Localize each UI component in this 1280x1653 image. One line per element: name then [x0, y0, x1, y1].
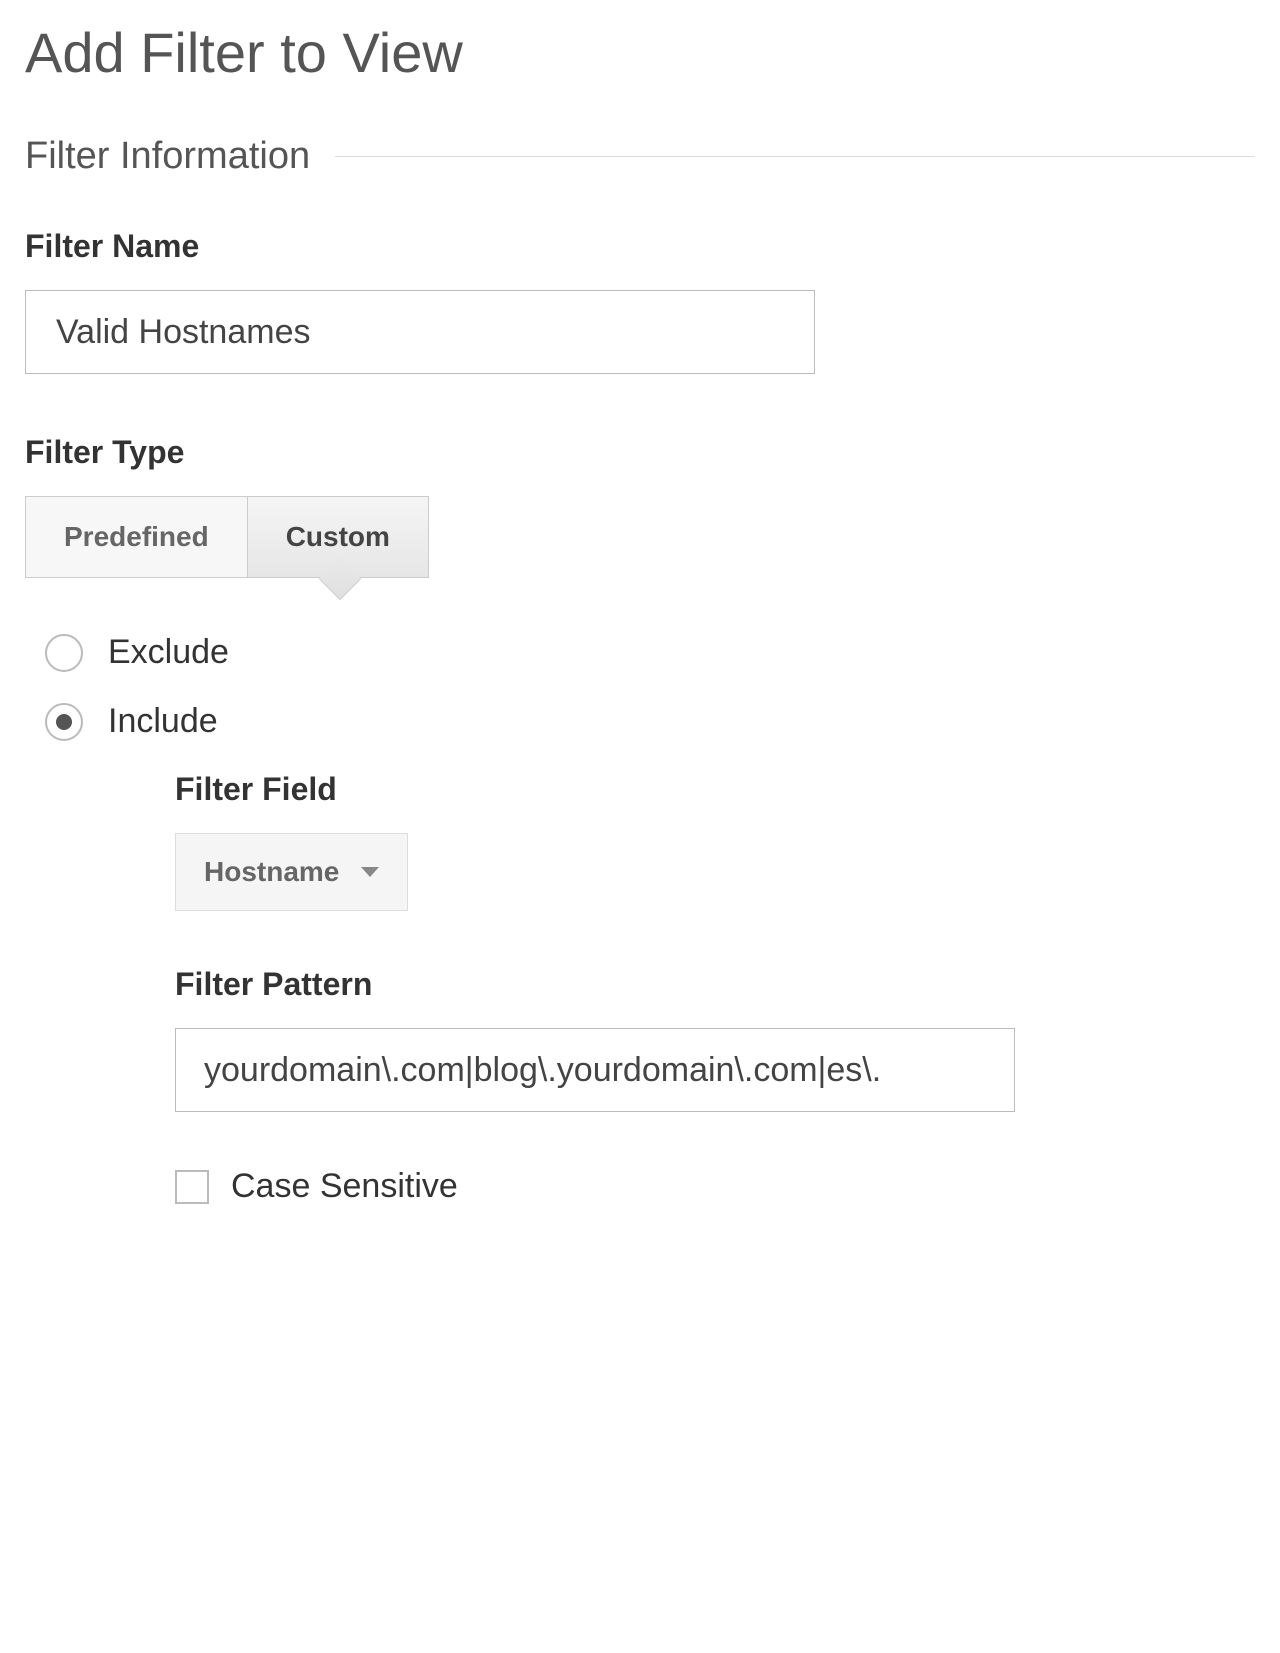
filter-type-segmented: Predefined Custom [25, 496, 429, 578]
filter-name-block: Filter Name [25, 228, 1255, 374]
radio-exclude-circle[interactable] [45, 634, 83, 672]
case-sensitive-label: Case Sensitive [231, 1167, 458, 1206]
section-title: Filter Information [25, 135, 335, 178]
radio-include-option[interactable]: Include [45, 702, 1255, 741]
radio-exclude-option[interactable]: Exclude [45, 633, 1255, 672]
chevron-down-icon [361, 867, 379, 877]
radio-include-label: Include [108, 702, 218, 741]
filter-pattern-label: Filter Pattern [175, 966, 1255, 1003]
filter-type-block: Filter Type Predefined Custom [25, 434, 1255, 578]
filter-pattern-input[interactable] [175, 1028, 1015, 1112]
filter-type-label: Filter Type [25, 434, 1255, 471]
radio-group: Exclude Include Filter Field Hostname Fi… [25, 633, 1255, 1206]
section-divider [335, 156, 1255, 157]
case-sensitive-row[interactable]: Case Sensitive [175, 1167, 1255, 1206]
case-sensitive-checkbox[interactable] [175, 1170, 209, 1204]
include-sub-block: Filter Field Hostname Filter Pattern Cas… [45, 771, 1255, 1206]
filter-field-value: Hostname [204, 856, 339, 888]
radio-exclude-label: Exclude [108, 633, 229, 672]
section-header: Filter Information [25, 135, 1255, 178]
filter-name-label: Filter Name [25, 228, 1255, 265]
radio-include-circle[interactable] [45, 703, 83, 741]
filter-field-label: Filter Field [175, 771, 1255, 808]
filter-field-dropdown[interactable]: Hostname [175, 833, 408, 911]
page-title: Add Filter to View [25, 20, 1255, 85]
filter-name-input[interactable] [25, 290, 815, 374]
filter-type-predefined-button[interactable]: Predefined [26, 497, 247, 577]
